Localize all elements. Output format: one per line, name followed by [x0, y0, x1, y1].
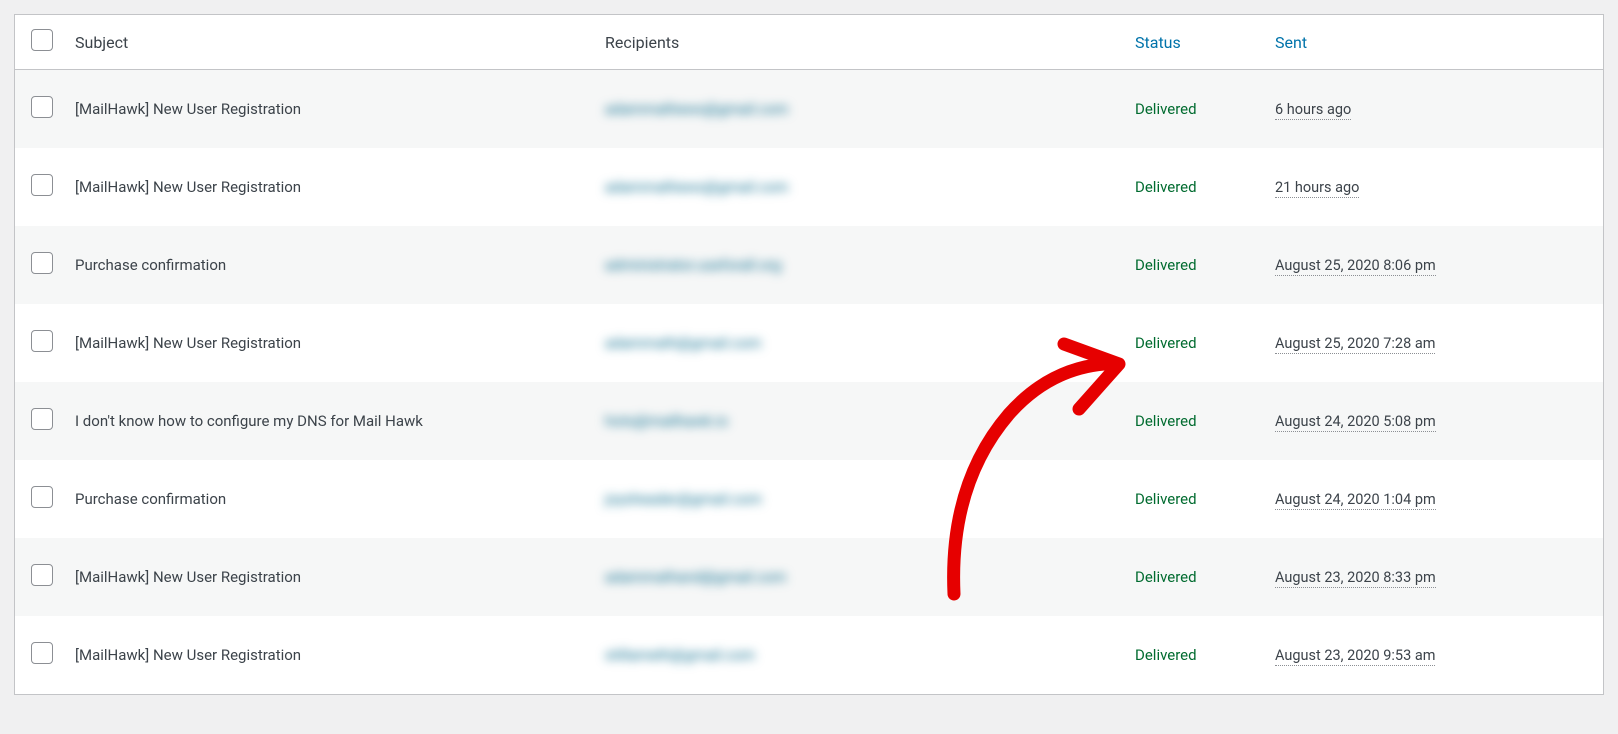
recipient-email[interactable]: administrator.useforall.org — [605, 256, 781, 274]
row-checkbox[interactable] — [31, 564, 53, 586]
subject-text[interactable]: Purchase confirmation — [75, 256, 226, 274]
row-checkbox[interactable] — [31, 330, 53, 352]
header-status[interactable]: Status — [1135, 33, 1181, 52]
subject-text[interactable]: [MailHawk] New User Registration — [75, 646, 301, 664]
header-subject[interactable]: Subject — [75, 33, 128, 52]
recipient-email[interactable]: joysheader@gmail.com — [605, 490, 762, 508]
subject-text[interactable]: [MailHawk] New User Registration — [75, 568, 301, 586]
row-checkbox[interactable] — [31, 174, 53, 196]
recipient-email[interactable]: stillameth@gmail.com — [605, 646, 755, 664]
subject-text[interactable]: [MailHawk] New User Registration — [75, 178, 301, 196]
subject-text[interactable]: [MailHawk] New User Registration — [75, 334, 301, 352]
table-row: [MailHawk] New User Registration adammat… — [15, 148, 1603, 226]
sent-timestamp: August 24, 2020 1:04 pm — [1275, 491, 1436, 510]
subject-text[interactable]: I don't know how to configure my DNS for… — [75, 412, 423, 430]
email-log-table: Subject Recipients Status Sent [MailHawk… — [14, 14, 1604, 695]
row-checkbox[interactable] — [31, 96, 53, 118]
status-badge: Delivered — [1135, 490, 1197, 508]
recipient-email[interactable]: adammathews@gmail.com — [605, 100, 788, 118]
table-row: [MailHawk] New User Registration adammat… — [15, 304, 1603, 382]
status-badge: Delivered — [1135, 178, 1197, 196]
table-row: Purchase confirmation joysheader@gmail.c… — [15, 460, 1603, 538]
sent-timestamp: August 23, 2020 8:33 pm — [1275, 569, 1436, 588]
sent-timestamp: August 25, 2020 8:06 pm — [1275, 257, 1436, 276]
table-row: [MailHawk] New User Registration adammat… — [15, 538, 1603, 616]
status-badge: Delivered — [1135, 568, 1197, 586]
sent-timestamp: 6 hours ago — [1275, 101, 1351, 120]
recipient-email[interactable]: adammathand@gmail.com — [605, 568, 786, 586]
subject-text[interactable]: [MailHawk] New User Registration — [75, 100, 301, 118]
status-badge: Delivered — [1135, 256, 1197, 274]
subject-text[interactable]: Purchase confirmation — [75, 490, 226, 508]
sent-timestamp: 21 hours ago — [1275, 179, 1359, 198]
status-badge: Delivered — [1135, 334, 1197, 352]
recipient-email[interactable]: adammath@gmail.com — [605, 334, 761, 352]
table-row: [MailHawk] New User Registration stillam… — [15, 616, 1603, 694]
sent-timestamp: August 25, 2020 7:28 am — [1275, 335, 1435, 354]
header-sent[interactable]: Sent — [1275, 33, 1307, 52]
status-badge: Delivered — [1135, 100, 1197, 118]
select-all-checkbox[interactable] — [31, 29, 53, 51]
table-row: I don't know how to configure my DNS for… — [15, 382, 1603, 460]
status-badge: Delivered — [1135, 412, 1197, 430]
row-checkbox[interactable] — [31, 642, 53, 664]
row-checkbox[interactable] — [31, 408, 53, 430]
row-checkbox[interactable] — [31, 252, 53, 274]
table-row: [MailHawk] New User Registration adammat… — [15, 70, 1603, 148]
row-checkbox[interactable] — [31, 486, 53, 508]
status-badge: Delivered — [1135, 646, 1197, 664]
table-row: Purchase confirmation administrator.usef… — [15, 226, 1603, 304]
table-header-row: Subject Recipients Status Sent — [15, 15, 1603, 70]
header-recipients[interactable]: Recipients — [605, 33, 679, 52]
recipient-email[interactable]: hots@mailhawk.io — [605, 412, 728, 430]
sent-timestamp: August 24, 2020 5:08 pm — [1275, 413, 1436, 432]
sent-timestamp: August 23, 2020 9:53 am — [1275, 647, 1435, 666]
recipient-email[interactable]: adammathews@gmail.com — [605, 178, 788, 196]
